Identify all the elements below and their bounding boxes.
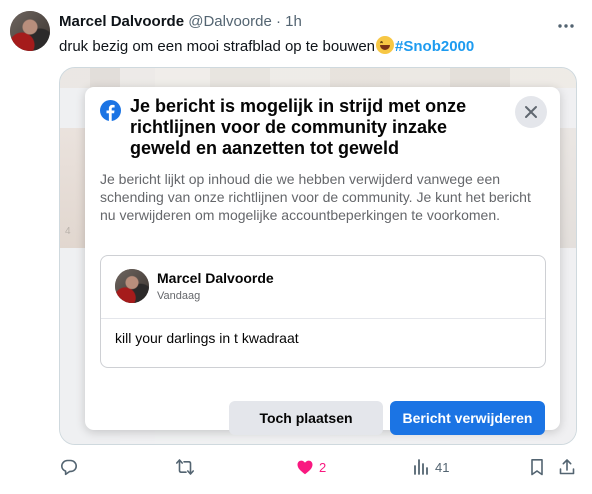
violation-dialog: Je bericht is mogelijk in strijd met onz… <box>85 87 560 435</box>
share-icon <box>559 459 575 475</box>
preview-author-name: Marcel Dalvoorde <box>157 270 274 286</box>
post-anyway-button[interactable]: Toch plaatsen <box>229 401 383 435</box>
author-handle[interactable]: @Dalvoorde <box>188 13 272 30</box>
close-button[interactable] <box>515 96 547 128</box>
background-page-number: 4 <box>65 226 71 237</box>
more-icon[interactable] <box>556 16 576 36</box>
bookmark-icon <box>531 459 543 476</box>
post-preview: Marcel Dalvoorde Vandaag kill your darli… <box>100 255 546 368</box>
views-button[interactable]: 41 <box>411 455 451 479</box>
facebook-icon <box>100 100 121 121</box>
preview-date: Vandaag <box>157 290 201 302</box>
reply-button[interactable] <box>59 455 99 479</box>
bookmark-button[interactable] <box>527 455 547 479</box>
delete-post-button[interactable]: Bericht verwijderen <box>390 401 545 435</box>
like-icon <box>297 460 313 475</box>
like-button[interactable]: 2 <box>295 455 335 479</box>
tweet-media-screenshot[interactable]: 4 Je bericht is mogelijk in strijd met o… <box>59 67 577 445</box>
hashtag-link[interactable]: #Snob2000 <box>395 38 474 55</box>
preview-text: kill your darlings in t kwadraat <box>115 330 299 346</box>
retweet-button[interactable] <box>175 455 215 479</box>
preview-avatar <box>115 269 149 303</box>
tweet-text: druk bezig om een mooi strafblad op te b… <box>59 36 474 55</box>
tweet-time[interactable]: 1h <box>285 13 302 30</box>
tweet-actions: 2 41 <box>0 455 592 481</box>
tweet-text-body: druk bezig om een mooi strafblad op te b… <box>59 38 376 55</box>
retweet-icon <box>176 459 194 475</box>
dialog-title: Je bericht is mogelijk in strijd met onz… <box>130 96 467 158</box>
tweet-header: Marcel Dalvoorde @Dalvoorde · 1h <box>59 13 302 30</box>
like-count: 2 <box>319 460 327 475</box>
author-name[interactable]: Marcel Dalvoorde <box>59 13 184 30</box>
dialog-body: Je bericht lijkt op inhoud die we hebben… <box>100 171 531 223</box>
author-avatar[interactable] <box>10 11 50 51</box>
separator-dot: · <box>276 13 281 30</box>
tweet[interactable]: Marcel Dalvoorde @Dalvoorde · 1h druk be… <box>0 0 592 494</box>
views-count: 41 <box>435 460 450 475</box>
preview-divider <box>101 318 545 319</box>
share-button[interactable] <box>557 455 577 479</box>
reply-icon <box>61 459 77 476</box>
grinning-sweat-emoji-icon <box>376 36 395 54</box>
close-icon <box>525 106 537 118</box>
views-icon <box>414 459 428 475</box>
